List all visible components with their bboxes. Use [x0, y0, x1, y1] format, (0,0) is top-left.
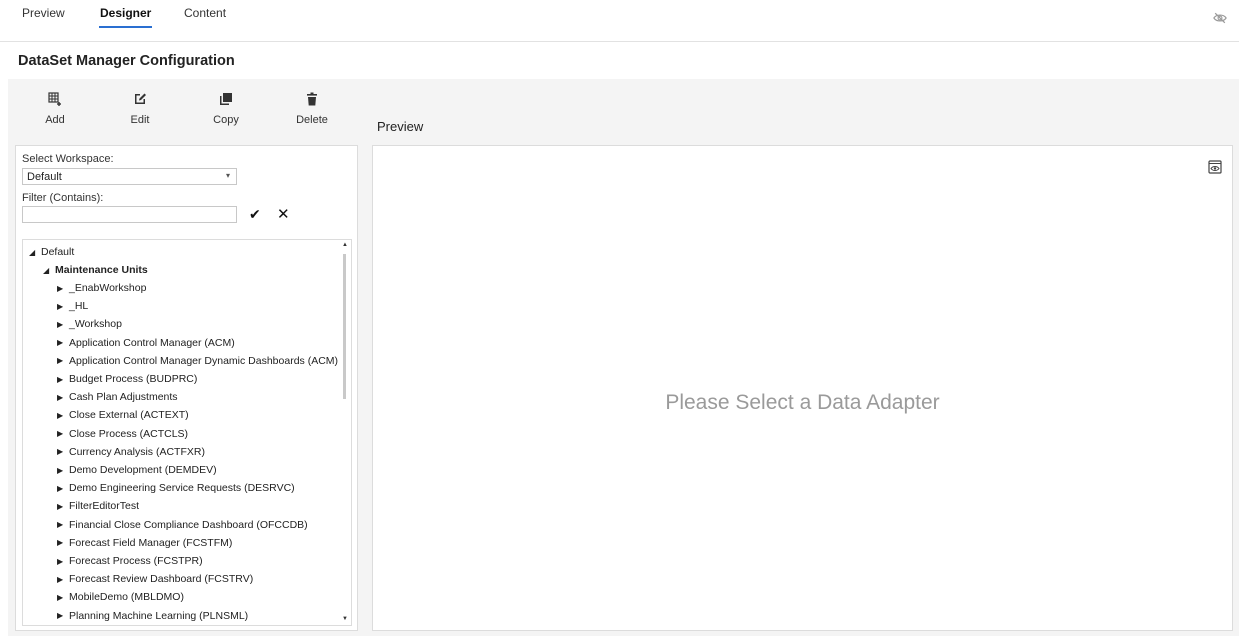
filter-label: Filter (Contains):	[22, 192, 104, 204]
expand-triangle-icon[interactable]: ▶	[57, 356, 69, 365]
trash-icon	[307, 92, 317, 106]
expand-triangle-icon[interactable]: ▶	[57, 466, 69, 475]
tree-item-label: Application Control Manager (ACM)	[69, 336, 235, 349]
tree-item-label: MobileDemo (MBLDMO)	[69, 591, 184, 604]
expand-triangle-icon[interactable]: ▶	[57, 411, 69, 420]
tree-item-label: Budget Process (BUDPRC)	[69, 373, 198, 385]
tree-item[interactable]: ▶ Application Control Manager Dynamic Das…	[57, 352, 338, 370]
tab-designer[interactable]: Designer	[98, 6, 153, 28]
tree-item-label: Forecast Field Manager (FCSTFM)	[69, 536, 233, 549]
tree-item[interactable]: ▶ FilterEditorTest	[57, 497, 139, 515]
tree-item[interactable]: ▶ Currency Analysis (ACTFXR)	[57, 443, 205, 461]
tree-item-label: _HL	[69, 300, 89, 313]
copy-button-label: Copy	[213, 114, 239, 126]
delete-button[interactable]: Delete	[282, 92, 342, 130]
eye-slash-icon[interactable]	[1213, 11, 1227, 25]
collapse-triangle-icon[interactable]: ◢	[29, 248, 41, 257]
edit-button[interactable]: Edit	[110, 92, 170, 130]
tree-item-label: Close External (ACTEXT)	[69, 409, 189, 422]
tree-scrollbar[interactable]: ▲ ▼	[339, 240, 351, 625]
add-button[interactable]: Add	[25, 92, 85, 130]
expand-triangle-icon[interactable]: ▶	[57, 611, 69, 620]
tree-item[interactable]: ▶ _HL	[57, 297, 88, 315]
collapse-triangle-icon[interactable]: ◢	[43, 266, 55, 275]
tree-item[interactable]: ▶ Cash Plan Adjustments	[57, 388, 178, 406]
tree-item-label: Close Process (ACTCLS)	[69, 427, 189, 440]
expand-triangle-icon[interactable]: ▶	[57, 447, 69, 456]
tree-item[interactable]: ▶ Budget Process (BUDPRC)	[57, 370, 197, 388]
tab-preview[interactable]: Preview	[22, 6, 65, 20]
preview-eye-icon[interactable]	[1208, 160, 1222, 174]
tree-item[interactable]: ▶ Demo Engineering Service Requests (DESR…	[57, 479, 295, 497]
tree-item-label: Financial Close Compliance Dashboard (OF…	[69, 518, 308, 531]
empty-state-message: Please Select a Data Adapter	[665, 391, 940, 414]
tree-item[interactable]: ▶ Demo Development (DEMDEV)	[57, 461, 217, 479]
tree-item[interactable]: ▶ Close External (ACTEXT)	[57, 406, 189, 424]
scroll-down-icon[interactable]: ▼	[342, 616, 348, 622]
tree-item-label: _EnabWorkshop	[69, 282, 147, 294]
tree-item[interactable]: ▶ Planning Machine Learning (PLNSML)	[57, 607, 248, 625]
expand-triangle-icon[interactable]: ▶	[57, 429, 69, 438]
expand-triangle-icon[interactable]: ▶	[57, 320, 69, 329]
expand-triangle-icon[interactable]: ▶	[57, 375, 69, 384]
expand-triangle-icon[interactable]: ▶	[57, 575, 69, 584]
tree-item[interactable]: ▶ Financial Close Compliance Dashboard (O…	[57, 516, 308, 534]
preview-section-label: Preview	[377, 119, 424, 134]
tree-item-label: Demo Development (DEMDEV)	[69, 464, 217, 476]
scroll-up-icon[interactable]: ▲	[342, 242, 348, 248]
tree-item[interactable]: ▶ Forecast Review Dashboard (FCSTRV)	[57, 570, 253, 588]
expand-triangle-icon[interactable]: ▶	[57, 557, 69, 566]
tree-node-root[interactable]: ◢ Default	[29, 243, 74, 261]
chevron-down-icon: ▾	[225, 171, 230, 180]
expand-triangle-icon[interactable]: ▶	[57, 302, 69, 311]
tree-item[interactable]: ▶ Application Control Manager (ACM)	[57, 334, 235, 352]
expand-triangle-icon[interactable]: ▶	[57, 338, 69, 347]
tree-item[interactable]: ▶ Forecast Field Manager (FCSTFM)	[57, 534, 232, 552]
workspace-select-value: Default	[27, 171, 62, 183]
clear-filter-icon[interactable]: ✕	[277, 205, 290, 223]
data-adapter-tree: ◢ Default ◢ Maintenance Units ▶ _EnabWork…	[22, 239, 352, 626]
filter-input[interactable]	[22, 206, 237, 223]
expand-triangle-icon[interactable]: ▶	[57, 520, 69, 529]
expand-triangle-icon[interactable]: ▶	[57, 593, 69, 602]
delete-button-label: Delete	[296, 114, 328, 126]
tree-item-label: Forecast Process (FCSTPR)	[69, 555, 203, 567]
workspace-select[interactable]: Default ▾	[22, 168, 237, 185]
tree-item-label: _Workshop	[69, 318, 122, 331]
tree-item-label: Forecast Review Dashboard (FCSTRV)	[69, 573, 254, 586]
edit-icon	[135, 93, 146, 104]
add-button-label: Add	[45, 114, 65, 126]
tree-item[interactable]: ▶ Forecast Process (FCSTPR)	[57, 552, 203, 570]
expand-triangle-icon[interactable]: ▶	[57, 502, 69, 511]
tree-item[interactable]: ▶ Close Process (ACTCLS)	[57, 425, 188, 443]
expand-triangle-icon[interactable]: ▶	[57, 484, 69, 493]
copy-icon	[220, 93, 232, 105]
tree-node-group[interactable]: ◢ Maintenance Units	[43, 261, 148, 279]
top-tab-bar: Preview Designer Content	[0, 0, 1239, 42]
copy-button[interactable]: Copy	[196, 92, 256, 130]
preview-panel: Please Select a Data Adapter	[372, 145, 1233, 631]
edit-button-label: Edit	[130, 114, 150, 126]
expand-triangle-icon[interactable]: ▶	[57, 393, 69, 402]
workspace-label: Select Workspace:	[22, 153, 114, 165]
tree-item-label: Application Control Manager Dynamic Dash…	[69, 354, 339, 367]
page-title: DataSet Manager Configuration	[18, 53, 235, 69]
tree-item[interactable]: ▶ _EnabWorkshop	[57, 279, 146, 297]
tree-item-label: Cash Plan Adjustments	[69, 391, 178, 404]
tree-item-label: FilterEditorTest	[69, 500, 140, 513]
expand-triangle-icon[interactable]: ▶	[57, 284, 69, 293]
apply-filter-icon[interactable]: ✔	[249, 206, 261, 223]
tree-item-label: Currency Analysis (ACTFXR)	[69, 445, 205, 458]
expand-triangle-icon[interactable]: ▶	[57, 538, 69, 547]
tree-item-label: Demo Engineering Service Requests (DESRV…	[69, 482, 295, 495]
tree-item[interactable]: ▶ _Workshop	[57, 315, 122, 333]
tab-content[interactable]: Content	[184, 6, 226, 20]
dataset-config-panel: Select Workspace: Default ▾ Filter (Cont…	[15, 145, 358, 631]
scroll-thumb[interactable]	[343, 254, 346, 399]
tree-item[interactable]: ▶ MobileDemo (MBLDMO)	[57, 588, 184, 606]
tree-item-label: Planning Machine Learning (PLNSML)	[69, 609, 249, 622]
add-table-icon	[48, 92, 61, 106]
